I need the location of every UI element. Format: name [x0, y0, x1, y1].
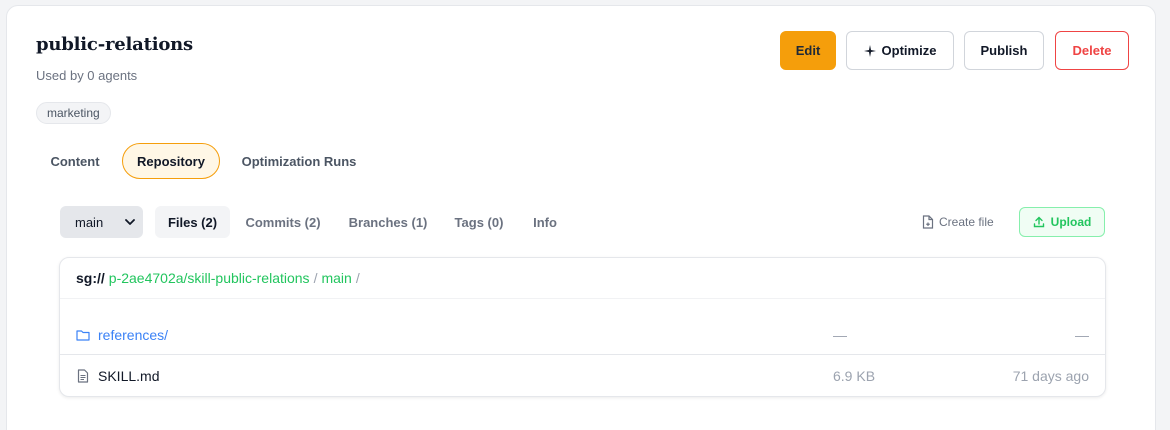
path-repo-link[interactable]: p-2ae4702a/skill-public-relations	[109, 270, 310, 286]
folder-icon	[76, 330, 90, 341]
subtab-commits[interactable]: Commits (2)	[239, 206, 327, 238]
tab-optimization-runs[interactable]: Optimization Runs	[234, 143, 364, 179]
edit-button[interactable]: Edit	[780, 31, 836, 70]
file-size: —	[833, 326, 847, 343]
branch-value: main	[75, 214, 104, 230]
file-plus-icon	[922, 215, 934, 229]
sparkle-icon	[863, 44, 876, 57]
upload-button[interactable]: Upload	[1019, 207, 1105, 237]
optimize-button[interactable]: Optimize	[846, 31, 954, 70]
create-file-button[interactable]: Create file	[922, 206, 994, 238]
table-row[interactable]: SKILL.md 6.9 KB 71 days ago	[60, 356, 1105, 396]
subtab-info[interactable]: Info	[527, 206, 563, 238]
path-branch-link[interactable]: main	[321, 270, 351, 286]
upload-icon	[1033, 216, 1044, 228]
path-separator: /	[313, 270, 318, 286]
skill-card: public-relations Used by 0 agents market…	[6, 5, 1156, 430]
file-date: —	[1075, 326, 1089, 343]
file-name[interactable]: references/	[98, 327, 168, 343]
page-title: public-relations	[36, 34, 193, 55]
create-file-label: Create file	[939, 215, 994, 229]
file-browser: sg:// p-2ae4702a/skill-public-relations …	[59, 257, 1106, 397]
optimize-label: Optimize	[881, 43, 937, 58]
tag-badge: marketing	[36, 102, 111, 124]
subtab-files[interactable]: Files (2)	[155, 206, 230, 238]
file-name[interactable]: SKILL.md	[98, 368, 159, 384]
path-separator: /	[355, 270, 360, 286]
subtab-branches[interactable]: Branches (1)	[342, 206, 434, 238]
table-row[interactable]: references/ — —	[60, 315, 1105, 355]
usage-text: Used by 0 agents	[36, 68, 138, 83]
branch-select[interactable]: main	[60, 206, 143, 238]
upload-label: Upload	[1050, 215, 1092, 229]
chevron-down-icon	[125, 219, 135, 225]
publish-button[interactable]: Publish	[964, 31, 1044, 70]
tab-content[interactable]: Content	[43, 143, 107, 179]
breadcrumb: sg:// p-2ae4702a/skill-public-relations …	[60, 258, 1105, 299]
file-date: 71 days ago	[1012, 368, 1089, 384]
delete-button[interactable]: Delete	[1055, 31, 1129, 70]
file-size: 6.9 KB	[833, 368, 876, 384]
path-prefix: sg://	[76, 270, 105, 286]
subtab-tags[interactable]: Tags (0)	[447, 206, 511, 238]
tab-repository[interactable]: Repository	[122, 143, 220, 179]
file-icon	[77, 369, 89, 383]
